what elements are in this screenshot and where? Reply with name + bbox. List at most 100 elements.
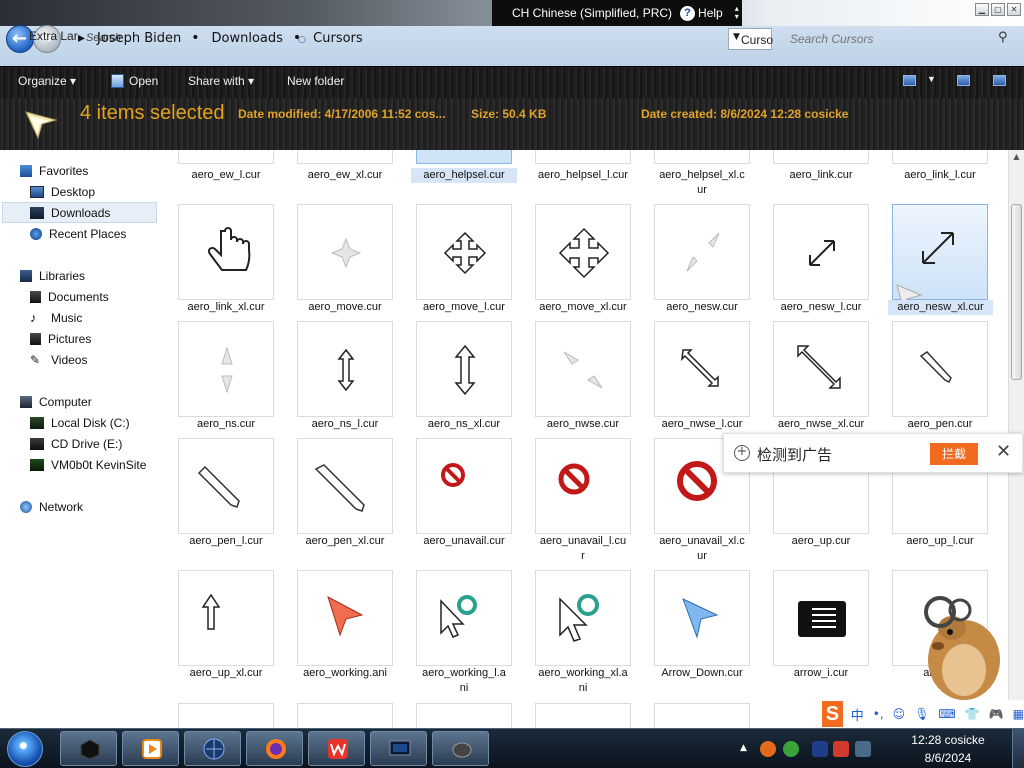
file-tile[interactable] (297, 321, 393, 417)
nav-cd-drive[interactable]: CD Drive (E:) (30, 434, 122, 454)
language-menu-icon[interactable]: ▴ ▾ (735, 5, 739, 21)
file-tile[interactable] (535, 321, 631, 417)
breadcrumb-downloads[interactable]: Downloads (212, 31, 283, 46)
file-label[interactable]: aero_ns_l.cur (286, 417, 404, 432)
open-button[interactable]: Open (129, 74, 158, 88)
clock-time[interactable]: 12:28 cosicke (908, 733, 988, 747)
file-tile[interactable] (654, 703, 750, 728)
file-label[interactable]: aero_nesw.cur (643, 300, 761, 315)
close-button[interactable]: ✕ (1007, 3, 1021, 16)
file-tile[interactable] (535, 150, 631, 164)
file-tile[interactable] (178, 204, 274, 300)
file-label[interactable]: aero_nwse_l.cur (643, 417, 761, 432)
new-folder-button[interactable]: New folder (287, 74, 344, 88)
file-label[interactable]: aero_move_l.cur (405, 300, 523, 315)
file-label[interactable]: aero_working_xl.a ni (524, 666, 642, 696)
file-tile[interactable] (416, 570, 512, 666)
file-label[interactable]: aero_ew_l.cur (167, 168, 285, 183)
file-tile[interactable] (892, 150, 988, 164)
file-tile[interactable] (773, 204, 869, 300)
file-label[interactable]: aero_pen_l.cur (167, 534, 285, 549)
file-label[interactable]: aero_unavail.cur (405, 534, 523, 549)
file-label[interactable]: arrow_i.cur (762, 666, 880, 681)
file-tile[interactable] (535, 204, 631, 300)
file-label[interactable]: aero_pen_xl.cur (286, 534, 404, 549)
file-tile[interactable] (416, 438, 512, 534)
search-icon[interactable]: ⚲ (998, 30, 1008, 45)
ime-toolbar[interactable]: S 中 •, ☺ 🎙 ⌨ 👕 🎮 ▦ (820, 700, 1024, 728)
taskbar-app-media[interactable] (122, 731, 179, 766)
nav-local-disk[interactable]: Local Disk (C:) (30, 413, 130, 433)
close-icon[interactable]: ✕ (996, 441, 1011, 462)
scroll-up-icon[interactable]: ▲ (1009, 152, 1024, 166)
language-bar[interactable]: CH Chinese (Simplified, PRC) ? Help ▴ ▾ (492, 0, 742, 26)
nav-downloads[interactable]: Downloads (30, 203, 110, 223)
sogou-logo[interactable]: S (822, 701, 843, 727)
scrollbar-thumb[interactable] (1011, 204, 1022, 380)
file-label[interactable]: aero_helpsel_l.cur (524, 168, 642, 183)
tray-app-icon[interactable] (833, 741, 849, 757)
nav-libraries[interactable]: Libraries (20, 266, 85, 286)
microphone-icon[interactable]: 🎙 (914, 707, 929, 721)
file-tile[interactable] (535, 438, 631, 534)
file-label-selected[interactable]: aero_nesw_xl.cur (888, 300, 993, 315)
help-label[interactable]: Help (698, 6, 723, 20)
show-desktop-button[interactable] (1012, 729, 1024, 768)
file-tile[interactable] (178, 150, 274, 164)
nav-documents[interactable]: Documents (30, 287, 109, 307)
block-ad-button[interactable]: 拦截 (930, 443, 978, 465)
file-tile[interactable] (297, 150, 393, 164)
file-tile[interactable] (773, 321, 869, 417)
file-label[interactable]: aero_link_xl.cur (167, 300, 285, 315)
file-tile[interactable] (178, 438, 274, 534)
help-book-icon[interactable] (993, 75, 1006, 86)
file-tile[interactable] (654, 150, 750, 164)
file-tile[interactable] (297, 570, 393, 666)
search-box[interactable] (786, 28, 986, 50)
file-label[interactable]: aero_up_xl.cur (167, 666, 285, 681)
taskbar-app-wps[interactable] (308, 731, 365, 766)
nav-pictures[interactable]: Pictures (30, 329, 91, 349)
taskbar-app-mouse[interactable] (432, 731, 489, 766)
file-label[interactable]: aero_ew_xl.cur (286, 168, 404, 183)
file-label[interactable]: aero_ns_xl.cur (405, 417, 523, 432)
file-tile[interactable] (416, 703, 512, 728)
tray-shield-icon[interactable] (812, 741, 828, 757)
file-tile[interactable] (416, 321, 512, 417)
file-tile[interactable] (178, 703, 274, 728)
file-tile[interactable] (773, 150, 869, 164)
menu-grid-icon[interactable]: ▦ (1013, 707, 1024, 721)
file-label[interactable]: aero_nwse.cur (524, 417, 642, 432)
chevron-down-icon[interactable]: ▼ (927, 74, 936, 84)
file-tile[interactable] (178, 321, 274, 417)
preview-pane-icon[interactable] (957, 75, 970, 86)
tray-app-icon[interactable] (760, 741, 776, 757)
windows-start-icon[interactable] (7, 731, 43, 767)
file-tile[interactable] (773, 570, 869, 666)
file-tile[interactable] (178, 570, 274, 666)
emoji-icon[interactable]: ☺ (893, 707, 906, 721)
file-tile-selected[interactable] (416, 150, 512, 164)
taskbar-app-box[interactable] (60, 731, 117, 766)
share-with-button[interactable]: Share with ▾ (188, 74, 254, 88)
nav-music[interactable]: ♪ Music (30, 308, 82, 328)
file-tile[interactable] (654, 570, 750, 666)
tray-app-icon[interactable] (783, 741, 799, 757)
file-label[interactable]: aero_unavail_xl.c ur (643, 534, 761, 564)
nav-vm-drive[interactable]: VM0b0t KevinSite (30, 455, 146, 475)
ime-chinese-mode[interactable]: 中 (851, 705, 864, 724)
nav-network[interactable]: Network (20, 497, 83, 517)
help-icon[interactable]: ? (680, 5, 696, 21)
file-label[interactable]: aero_link.cur (762, 168, 880, 183)
file-label[interactable]: aero_ns.cur (167, 417, 285, 432)
file-tile[interactable] (892, 321, 988, 417)
file-label[interactable]: aero_working_l.a ni (405, 666, 523, 696)
file-label[interactable]: Arrow_Down.cur (643, 666, 761, 681)
clock-date[interactable]: 8/6/2024 (908, 751, 988, 765)
taskbar-app-firefox[interactable] (246, 731, 303, 766)
search-input[interactable] (786, 28, 986, 50)
file-label[interactable]: aero_move.cur (286, 300, 404, 315)
change-view-icon[interactable] (903, 75, 916, 86)
nav-videos[interactable]: ✎ Videos (30, 350, 87, 370)
nav-desktop[interactable]: Desktop (30, 182, 95, 202)
